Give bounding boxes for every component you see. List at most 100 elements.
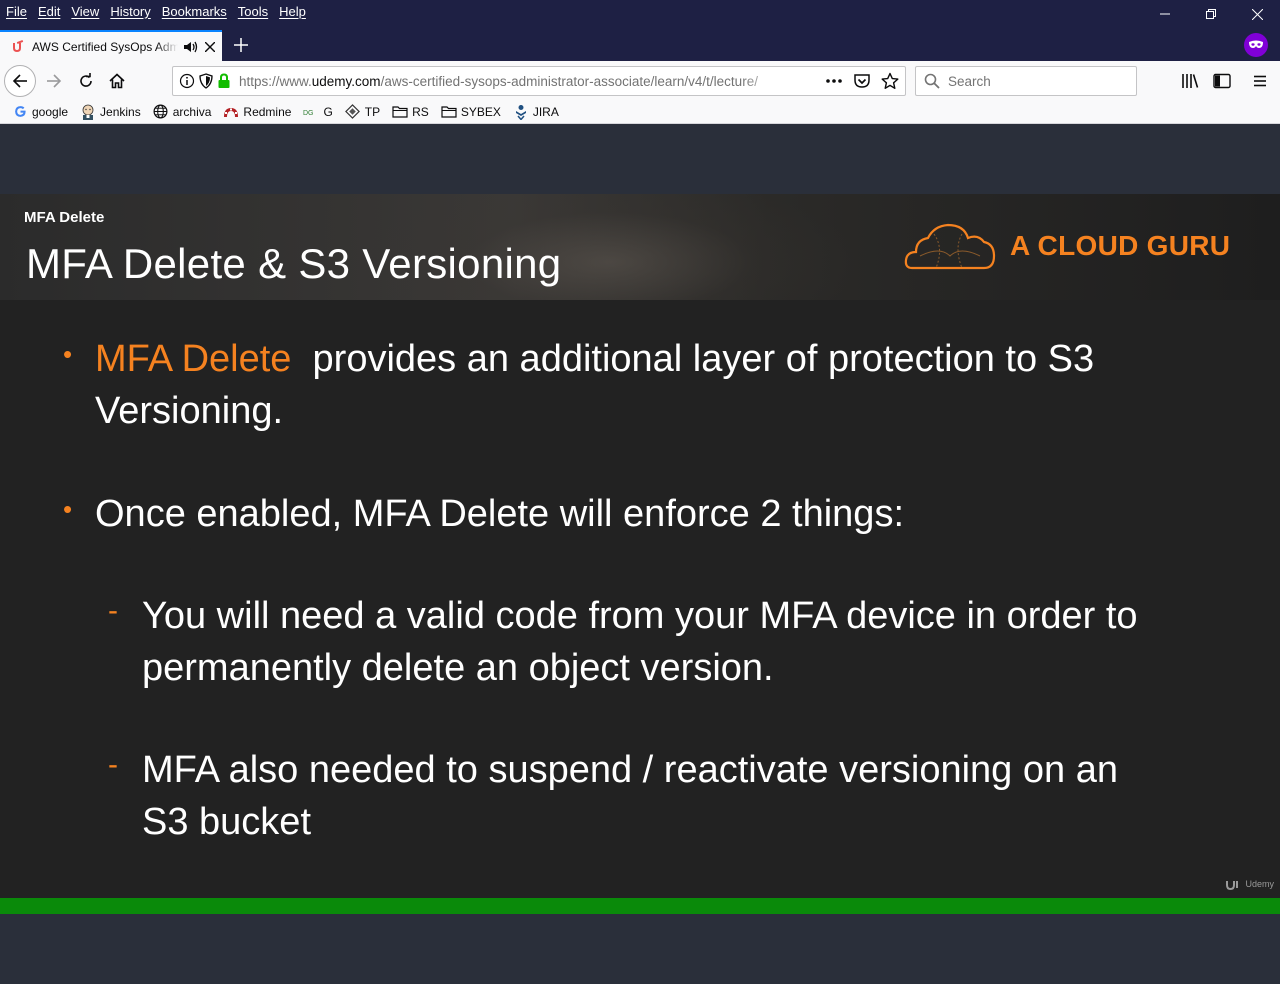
folder-icon	[441, 104, 457, 120]
browser-tab[interactable]: AWS Certified SysOps Administrator - Ass…	[0, 30, 222, 61]
google-icon	[12, 104, 28, 120]
video-progress-bar[interactable]	[0, 898, 1280, 914]
url-text[interactable]: https://www.udemy.com/aws-certified-syso…	[239, 74, 785, 89]
menu-view[interactable]: View	[71, 4, 99, 19]
sidebar-icon	[1213, 73, 1231, 89]
udemy-icon	[10, 39, 26, 55]
globe-icon	[153, 104, 169, 120]
menu-bar: File Edit View History Bookmarks Tools H…	[0, 0, 317, 22]
udemy-watermark-icon	[1226, 881, 1239, 890]
bookmark-archiva[interactable]: archiva	[153, 104, 212, 120]
diamond-icon	[345, 104, 361, 120]
slide-title: MFA Delete & S3 Versioning	[26, 240, 562, 287]
bookmark-label: G	[323, 104, 333, 119]
minimize-button[interactable]	[1142, 0, 1188, 28]
menu-button[interactable]	[1248, 69, 1272, 93]
reload-icon	[80, 73, 92, 87]
bookmarks-toolbar: google Jenkins archiva Redmine DG G TP R…	[0, 100, 1280, 124]
bookmark-label: Redmine	[243, 104, 292, 119]
bookmark-jira[interactable]: JIRA	[513, 104, 559, 120]
tab-title: AWS Certified SysOps Administrator - Ass…	[32, 39, 178, 54]
bookmark-star-icon[interactable]	[881, 72, 899, 90]
private-browsing-icon	[1244, 33, 1268, 57]
menu-tools[interactable]: Tools	[238, 4, 268, 19]
svg-text:DG: DG	[303, 110, 314, 117]
library-icon	[1182, 74, 1199, 88]
url-prefix: https://www.	[239, 73, 312, 89]
bookmark-g[interactable]: DG G	[303, 104, 332, 120]
slide-header: MFA Delete MFA Delete & S3 Versioning A …	[0, 194, 1280, 300]
folder-icon	[392, 104, 408, 120]
bookmark-google[interactable]: google	[12, 104, 68, 120]
bullet-1-text: provides an additional layer of protecti…	[312, 338, 1095, 380]
bookmark-redmine[interactable]: Redmine	[223, 104, 291, 120]
sub-bullet-2-line-2: S3 bucket	[142, 801, 311, 843]
slide-section-label: MFA Delete	[24, 209, 105, 226]
lecture-slide[interactable]: MFA Delete MFA Delete & S3 Versioning A …	[0, 194, 1280, 898]
search-bar[interactable]	[915, 66, 1137, 96]
search-icon	[924, 73, 940, 89]
menu-help[interactable]: Help	[279, 4, 306, 19]
bookmark-sybex[interactable]: SYBEX	[441, 104, 501, 120]
menu-edit[interactable]: Edit	[38, 4, 60, 19]
redmine-icon	[223, 104, 239, 120]
search-input[interactable]	[948, 73, 1128, 89]
forward-arrow-icon	[47, 74, 62, 88]
bookmark-label: SYBEX	[460, 104, 501, 119]
hamburger-icon	[1254, 75, 1266, 87]
bookmark-label: google	[32, 104, 69, 119]
page-actions-icon[interactable]	[825, 78, 843, 84]
menu-file[interactable]: File	[6, 4, 27, 19]
bullet-1-line-1: MFA Delete provides an additional layer …	[95, 333, 1094, 385]
pocket-icon[interactable]	[853, 72, 871, 90]
bookmark-rs[interactable]: RS	[392, 104, 429, 120]
bookmark-label: Jenkins	[100, 104, 141, 119]
speaker-icon[interactable]	[182, 39, 200, 55]
close-window-button[interactable]	[1234, 0, 1280, 28]
home-icon	[109, 73, 125, 89]
reload-button[interactable]	[70, 65, 102, 97]
bullet-2: Once enabled, MFA Delete will enforce 2 …	[95, 493, 905, 535]
new-tab-button[interactable]	[228, 33, 254, 57]
sub-bullet-dash: -	[108, 748, 118, 781]
sidebar-button[interactable]	[1210, 69, 1234, 93]
menu-bookmarks[interactable]: Bookmarks	[162, 4, 227, 19]
lock-icon[interactable]	[217, 73, 231, 89]
library-button[interactable]	[1178, 69, 1202, 93]
bullet-1-line-2: Versioning.	[95, 390, 284, 432]
watermark-text: Udemy	[1245, 879, 1274, 889]
bookmark-jenkins[interactable]: Jenkins	[80, 104, 141, 120]
back-button[interactable]	[4, 65, 36, 97]
back-arrow-icon	[12, 74, 27, 88]
bullet-dot: •	[63, 339, 73, 369]
bullet-dot: •	[63, 494, 73, 524]
bookmark-label: RS	[412, 104, 429, 119]
restore-icon	[1206, 9, 1216, 19]
plus-icon	[234, 38, 248, 52]
bookmark-label: archiva	[172, 104, 212, 119]
bookmark-label: TP	[364, 104, 381, 119]
url-bar[interactable]: https://www.udemy.com/aws-certified-syso…	[172, 66, 906, 96]
forward-button[interactable]	[38, 65, 70, 97]
cloud-logo-icon	[904, 223, 996, 270]
bookmark-tp[interactable]: TP	[345, 104, 380, 120]
g-icon: DG	[303, 104, 319, 120]
sub-bullet-dash: -	[108, 594, 118, 627]
shield-icon[interactable]	[198, 73, 214, 89]
sub-bullet-1-line-2: permanently delete an object version.	[142, 647, 774, 689]
restore-button[interactable]	[1188, 0, 1234, 28]
video-progress-fill	[0, 898, 1280, 914]
menu-history[interactable]: History	[110, 4, 150, 19]
navigation-toolbar: https://www.udemy.com/aws-certified-syso…	[0, 61, 1280, 100]
tab-close-icon[interactable]	[202, 39, 218, 55]
brand-name: A CLOUD GURU	[1010, 230, 1231, 261]
url-domain: udemy.com	[311, 73, 381, 89]
window-controls	[1142, 0, 1280, 28]
minimize-icon	[1160, 13, 1170, 15]
close-icon	[1251, 8, 1263, 20]
bookmark-label: JIRA	[532, 104, 559, 119]
sub-bullet-1-line-1: You will need a valid code from your MFA…	[142, 595, 1138, 637]
home-button[interactable]	[101, 65, 133, 97]
sub-bullet-2-line-1: MFA also needed to suspend / reactivate …	[142, 749, 1118, 791]
info-icon[interactable]	[179, 73, 195, 89]
